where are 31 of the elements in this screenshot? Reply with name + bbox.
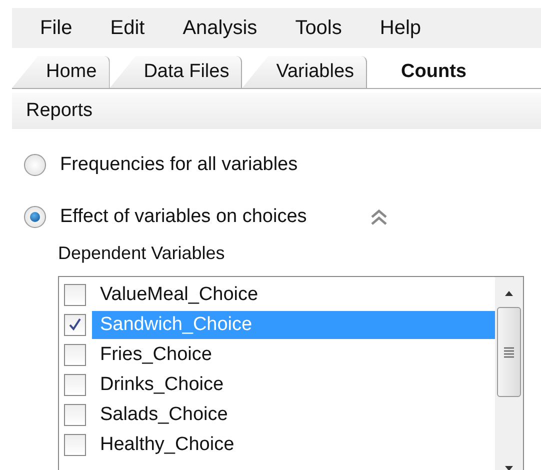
menu-item[interactable]: Help — [380, 16, 422, 40]
list-item[interactable]: ValueMeal_Choice — [92, 281, 495, 309]
radio-button[interactable] — [24, 154, 46, 176]
section-title: Reports — [26, 100, 93, 122]
check-icon — [67, 317, 83, 333]
checkbox[interactable] — [64, 344, 86, 366]
list-item[interactable]: Fries_Choice — [92, 341, 495, 369]
menu-item[interactable]: Tools — [295, 16, 342, 40]
field-label: Dependent Variables — [58, 243, 226, 264]
radio-button[interactable] — [24, 206, 46, 228]
list-item[interactable]: Drinks_Choice — [92, 371, 495, 399]
tab[interactable]: Home — [12, 56, 110, 88]
scrollbar[interactable] — [495, 277, 523, 470]
checkbox[interactable] — [64, 374, 86, 396]
tab[interactable]: Data Files — [110, 56, 242, 88]
option-label: Effect of variables on choices — [60, 206, 307, 228]
grip-icon — [503, 346, 515, 358]
checkbox[interactable] — [64, 284, 86, 306]
option-label: Frequencies for all variables — [60, 154, 298, 176]
checkbox[interactable] — [64, 434, 86, 456]
menu-item[interactable]: Edit — [110, 16, 145, 40]
scroll-up-icon[interactable] — [502, 289, 516, 297]
list-item[interactable]: Salads_Choice — [92, 401, 495, 429]
checkbox[interactable] — [64, 314, 86, 336]
checkbox[interactable] — [64, 404, 86, 426]
collapse-icon[interactable] — [368, 208, 389, 226]
menu-item[interactable]: Analysis — [182, 16, 258, 40]
list-item[interactable]: Healthy_Choice — [92, 431, 495, 459]
tab[interactable]: Variables — [242, 56, 368, 88]
menu-item[interactable]: File — [40, 16, 72, 40]
scroll-thumb[interactable] — [497, 307, 521, 397]
